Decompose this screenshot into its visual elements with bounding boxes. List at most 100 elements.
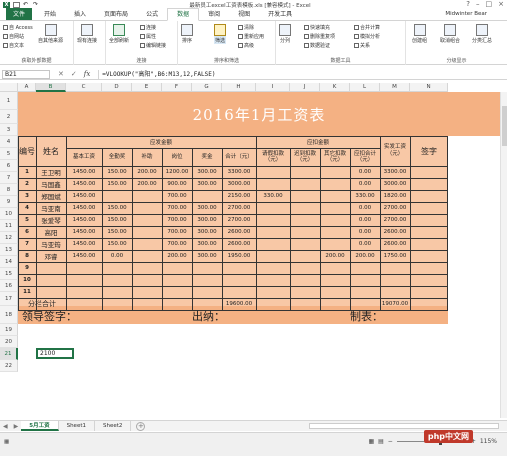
close-icon[interactable]: × xyxy=(498,0,504,8)
row-header-6[interactable]: 6 xyxy=(0,160,18,172)
minimize-icon[interactable]: – xyxy=(476,0,480,8)
row-header-19[interactable]: 19 xyxy=(0,324,18,336)
next-sheet-icon[interactable]: ▶ xyxy=(11,423,22,430)
column-header-j[interactable]: J xyxy=(290,83,320,92)
vertical-scrollbar[interactable] xyxy=(500,92,507,418)
column-header-a[interactable]: A xyxy=(18,83,36,92)
column-header-l[interactable]: L xyxy=(350,83,380,92)
properties-button[interactable]: 属性 xyxy=(140,33,156,40)
filter-button[interactable]: 筛选 xyxy=(214,24,226,44)
row-header-17[interactable]: 17 xyxy=(0,292,18,306)
column-header-c[interactable]: C xyxy=(66,83,102,92)
table-cell: 10 xyxy=(23,277,31,283)
tab-view[interactable]: 视图 xyxy=(229,9,259,20)
from-access-button[interactable]: 自 Access xyxy=(3,24,33,31)
user-name[interactable]: Midwinter Bear xyxy=(445,11,487,17)
row-header-13[interactable]: 13 xyxy=(0,244,18,256)
add-sheet-icon[interactable]: + xyxy=(136,421,146,431)
tab-data[interactable]: 数据 xyxy=(167,8,200,21)
data-validation-button[interactable]: 数据验证 xyxy=(304,42,330,49)
edit-links-button[interactable]: 编辑链接 xyxy=(140,42,166,49)
page-layout-view-icon[interactable]: ▤ xyxy=(378,438,384,445)
cancel-icon[interactable]: ✕ xyxy=(58,70,64,78)
flash-fill-button[interactable]: 快速填充 xyxy=(304,24,330,31)
relationships-button[interactable]: 关系 xyxy=(354,42,370,49)
grid-line xyxy=(18,178,448,179)
row-header-4[interactable]: 4 xyxy=(0,136,18,148)
help-icon[interactable]: ? xyxy=(466,0,470,8)
from-text-button[interactable]: 自文本 xyxy=(3,42,24,49)
tab-developer[interactable]: 开发工具 xyxy=(259,9,301,20)
row-header-18[interactable]: 18 xyxy=(0,306,18,324)
table-cell xyxy=(290,202,320,214)
row-header-16[interactable]: 16 xyxy=(0,280,18,292)
from-web-button[interactable]: 自网站 xyxy=(3,33,24,40)
tab-review[interactable]: 审阅 xyxy=(199,9,229,20)
row-header-7[interactable]: 7 xyxy=(0,172,18,184)
table-cell xyxy=(320,214,350,226)
redo-icon[interactable]: ↷ xyxy=(33,2,40,8)
tab-page-layout[interactable]: 页面布局 xyxy=(95,9,137,20)
clear-button[interactable]: 清除 xyxy=(238,24,254,31)
formula-input[interactable]: =VLOOKUP("高阳",B6:M13,12,FALSE) xyxy=(98,69,507,79)
name-box[interactable]: B21 xyxy=(2,69,50,79)
active-cell-b21[interactable]: 2100 xyxy=(36,348,74,359)
sheet-tab-sheet1[interactable]: Sheet1 xyxy=(58,421,95,431)
row-header-12[interactable]: 12 xyxy=(0,232,18,244)
scrollbar-thumb[interactable] xyxy=(502,106,507,146)
column-header-m[interactable]: M xyxy=(380,83,410,92)
tab-insert[interactable]: 插入 xyxy=(65,9,95,20)
row-header-9[interactable]: 9 xyxy=(0,196,18,208)
group-button[interactable]: 创建组 xyxy=(412,24,427,44)
refresh-all-button[interactable]: 全部刷新 xyxy=(109,24,129,44)
row-header-8[interactable]: 8 xyxy=(0,184,18,196)
column-header-e[interactable]: E xyxy=(132,83,162,92)
insert-function-icon[interactable]: fx xyxy=(84,70,91,78)
subtotal-button[interactable]: 分类汇总 xyxy=(472,24,492,44)
normal-view-icon[interactable]: ▦ xyxy=(368,438,374,445)
row-header-1[interactable]: 1 xyxy=(0,92,18,110)
sheet-tab-sheet2[interactable]: Sheet2 xyxy=(94,421,132,431)
consolidate-button[interactable]: 合并计算 xyxy=(354,24,380,31)
column-header-f[interactable]: F xyxy=(162,83,192,92)
sort-button[interactable]: 排序 xyxy=(181,24,193,44)
row-header-2[interactable]: 2 xyxy=(0,110,18,124)
column-header-g[interactable]: G xyxy=(192,83,222,92)
column-header-i[interactable]: I xyxy=(256,83,290,92)
row-header-3[interactable]: 3 xyxy=(0,124,18,136)
connections-button[interactable]: 连接 xyxy=(140,24,156,31)
row-header-14[interactable]: 14 xyxy=(0,256,18,268)
column-header-h[interactable]: H xyxy=(222,83,256,92)
table-cell: 2600.00 xyxy=(383,241,407,247)
column-header-n[interactable]: N xyxy=(410,83,448,92)
what-if-analysis-button[interactable]: 模拟分析 xyxy=(354,33,380,40)
row-header-20[interactable]: 20 xyxy=(0,336,18,348)
text-to-columns-button[interactable]: 分列 xyxy=(279,24,291,44)
row-header-22[interactable]: 22 xyxy=(0,360,18,372)
reapply-button[interactable]: 重新应用 xyxy=(238,33,264,40)
remove-duplicates-button[interactable]: 删除重复项 xyxy=(304,33,335,40)
advanced-button[interactable]: 高级 xyxy=(238,42,254,49)
sheet-tab-may-salary[interactable]: 5月工资 xyxy=(21,421,59,431)
column-header-b[interactable]: B xyxy=(36,83,66,92)
row-header-10[interactable]: 10 xyxy=(0,208,18,220)
maximize-icon[interactable]: □ xyxy=(486,0,493,8)
existing-connections-button[interactable]: 现有连接 xyxy=(77,24,97,44)
ungroup-button[interactable]: 取消组合 xyxy=(440,24,460,44)
row-header-11[interactable]: 11 xyxy=(0,220,18,232)
table-cell: 0.00 xyxy=(358,241,372,247)
column-header-d[interactable]: D xyxy=(102,83,132,92)
row-header-15[interactable]: 15 xyxy=(0,268,18,280)
other-sources-button[interactable]: 自其他来源 xyxy=(38,24,63,44)
tab-home[interactable]: 开始 xyxy=(35,9,65,20)
worksheet-grid[interactable]: 2016年1月工资表 编号 姓名 应发金额 应扣金额 实发工资（元） 签字 基本工资 全勤奖 补… xyxy=(18,92,500,418)
row-header-21[interactable]: 21 xyxy=(0,348,18,360)
zoom-out-icon[interactable]: − xyxy=(388,438,393,445)
prev-sheet-icon[interactable]: ◀ xyxy=(0,423,11,430)
horizontal-scrollbar[interactable] xyxy=(309,423,499,429)
tab-formulas[interactable]: 公式 xyxy=(137,9,167,20)
column-header-k[interactable]: K xyxy=(320,83,350,92)
row-header-5[interactable]: 5 xyxy=(0,148,18,160)
tab-file[interactable]: 文件 xyxy=(6,8,33,20)
enter-icon[interactable]: ✓ xyxy=(71,70,77,78)
